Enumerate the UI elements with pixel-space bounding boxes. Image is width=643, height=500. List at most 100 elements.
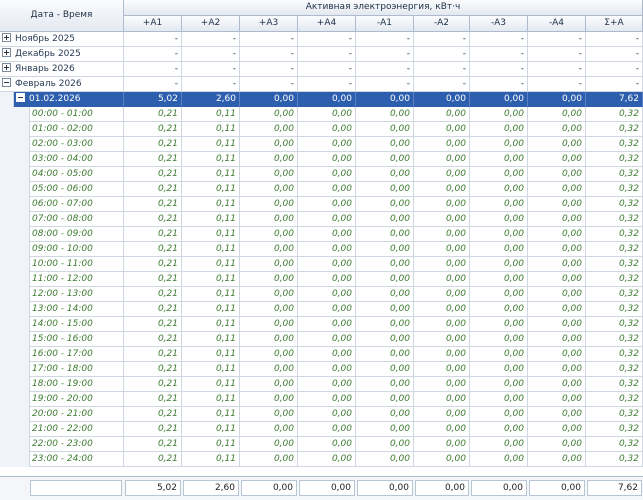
table-row-hour[interactable]: 13:00 - 14:00 0,21 0,11 0,00 0,00 0,00 0,00 0,0… (0, 302, 643, 317)
cell-a2p: - (182, 77, 240, 92)
hour-label-cell[interactable]: 04:00 - 05:00 (30, 167, 124, 182)
table-row-hour[interactable]: 15:00 - 16:00 0,21 0,11 0,00 0,00 0,00 0,00 0,0… (0, 332, 643, 347)
group-label-cell[interactable]: Ноябрь 2025 (0, 32, 124, 47)
table-row-group[interactable]: Февраль 2026- - - - - - - - - (0, 77, 643, 92)
expand-icon[interactable] (2, 48, 11, 57)
table-row-hour[interactable]: 22:00 - 23:00 0,21 0,11 0,00 0,00 0,00 0,00 0,0… (0, 437, 643, 452)
column-header-a2p[interactable]: +A2 (182, 16, 240, 32)
group-label-cell[interactable]: Декабрь 2025 (0, 47, 124, 62)
cell-a1p: 0,21 (124, 407, 182, 422)
column-header-a4m[interactable]: -A4 (528, 16, 586, 32)
hour-label-cell[interactable]: 01:00 - 02:00 (30, 122, 124, 137)
table-row-group[interactable]: Январь 2026- - - - - - - - - (0, 62, 643, 77)
hour-label-cell[interactable]: 09:00 - 10:00 (30, 242, 124, 257)
table-row-hour[interactable]: 12:00 - 13:00 0,21 0,11 0,00 0,00 0,00 0,00 0,0… (0, 287, 643, 302)
table-row-day[interactable]: 01.02.2026 5,02 2,60 0,00 0,00 0,00 0,00 0,00 0,… (0, 92, 643, 107)
table-row-hour[interactable]: 14:00 - 15:00 0,21 0,11 0,00 0,00 0,00 0,00 0,0… (0, 317, 643, 332)
table-row-hour[interactable]: 23:00 - 24:00 0,21 0,11 0,00 0,00 0,00 0,00 0,0… (0, 452, 643, 467)
cell-a2m: 0,00 (414, 392, 470, 407)
cell-sum: 0,32 (586, 392, 643, 407)
cell-a4m: 0,00 (528, 122, 586, 137)
day-label-cell[interactable]: 01.02.2026 (14, 92, 124, 107)
group-label-cell[interactable]: Январь 2026 (0, 62, 124, 77)
hour-label-cell[interactable]: 11:00 - 12:00 (30, 272, 124, 287)
cell-a3p: 0,00 (240, 212, 298, 227)
cell-a1m: 0,00 (356, 152, 414, 167)
column-header-a1m[interactable]: -A1 (356, 16, 414, 32)
hour-label-cell[interactable]: 00:00 - 01:00 (30, 107, 124, 122)
hour-label-cell[interactable]: 15:00 - 16:00 (30, 332, 124, 347)
cell-sum: 0,32 (586, 362, 643, 377)
table-row-hour[interactable]: 09:00 - 10:00 0,21 0,11 0,00 0,00 0,00 0,00 0,0… (0, 242, 643, 257)
column-header-a4p[interactable]: +A4 (298, 16, 356, 32)
cell-a2p: 0,11 (182, 122, 240, 137)
tree-indent (0, 452, 30, 467)
hour-label-cell[interactable]: 16:00 - 17:00 (30, 347, 124, 362)
hour-label-cell[interactable]: 22:00 - 23:00 (30, 437, 124, 452)
table-row-hour[interactable]: 00:00 - 01:00 0,21 0,11 0,00 0,00 0,00 0,00 0,0… (0, 107, 643, 122)
cell-a3p: 0,00 (240, 167, 298, 182)
column-header-a2m[interactable]: -A2 (414, 16, 470, 32)
tree-indent (0, 107, 30, 122)
collapse-icon[interactable] (2, 78, 11, 87)
table-row-hour[interactable]: 11:00 - 12:00 0,21 0,11 0,00 0,00 0,00 0,00 0,0… (0, 272, 643, 287)
column-header-sum[interactable]: Σ+A (586, 16, 643, 32)
hour-label-cell[interactable]: 17:00 - 18:00 (30, 362, 124, 377)
tree-indent (0, 152, 30, 167)
table-row-hour[interactable]: 08:00 - 09:00 0,21 0,11 0,00 0,00 0,00 0,00 0,0… (0, 227, 643, 242)
table-row-hour[interactable]: 05:00 - 06:00 0,21 0,11 0,00 0,00 0,00 0,00 0,0… (0, 182, 643, 197)
cell-a1m: - (356, 77, 414, 92)
table-row-hour[interactable]: 20:00 - 21:00 0,21 0,11 0,00 0,00 0,00 0,00 0,0… (0, 407, 643, 422)
hour-label-cell[interactable]: 19:00 - 20:00 (30, 392, 124, 407)
column-header-a3p[interactable]: +A3 (240, 16, 298, 32)
hour-label-cell[interactable]: 05:00 - 06:00 (30, 182, 124, 197)
collapse-icon[interactable] (16, 93, 25, 102)
table-row-hour[interactable]: 06:00 - 07:00 0,21 0,11 0,00 0,00 0,00 0,00 0,0… (0, 197, 643, 212)
cell-a4m: 0,00 (528, 212, 586, 227)
table-row-hour[interactable]: 19:00 - 20:00 0,21 0,11 0,00 0,00 0,00 0,00 0,0… (0, 392, 643, 407)
table-row-hour[interactable]: 18:00 - 19:00 0,21 0,11 0,00 0,00 0,00 0,00 0,0… (0, 377, 643, 392)
cell-a1m: 0,00 (356, 197, 414, 212)
hour-label-cell[interactable]: 12:00 - 13:00 (30, 287, 124, 302)
hour-label-cell[interactable]: 02:00 - 03:00 (30, 137, 124, 152)
hour-label-cell[interactable]: 14:00 - 15:00 (30, 317, 124, 332)
hour-label-cell[interactable]: 13:00 - 14:00 (30, 302, 124, 317)
cell-a2p: 0,11 (182, 452, 240, 467)
table-row-group[interactable]: Ноябрь 2025- - - - - - - - - (0, 32, 643, 47)
hour-label-cell[interactable]: 18:00 - 19:00 (30, 377, 124, 392)
hour-label-cell[interactable]: 23:00 - 24:00 (30, 452, 124, 467)
cell-a3m: 0,00 (470, 257, 528, 272)
table-row-hour[interactable]: 03:00 - 04:00 0,21 0,11 0,00 0,00 0,00 0,00 0,0… (0, 152, 643, 167)
hour-label-cell[interactable]: 07:00 - 08:00 (30, 212, 124, 227)
hour-label-cell[interactable]: 20:00 - 21:00 (30, 407, 124, 422)
table-row-hour[interactable]: 07:00 - 08:00 0,21 0,11 0,00 0,00 0,00 0,00 0,0… (0, 212, 643, 227)
table-row-hour[interactable]: 16:00 - 17:00 0,21 0,11 0,00 0,00 0,00 0,00 0,0… (0, 347, 643, 362)
table-row-hour[interactable]: 01:00 - 02:00 0,21 0,11 0,00 0,00 0,00 0,00 0,0… (0, 122, 643, 137)
expand-icon[interactable] (2, 33, 11, 42)
table-row-hour[interactable]: 17:00 - 18:00 0,21 0,11 0,00 0,00 0,00 0,00 0,0… (0, 362, 643, 377)
cell-a2p: 0,11 (182, 302, 240, 317)
cell-a3m: 0,00 (470, 437, 528, 452)
hour-label-cell[interactable]: 21:00 - 22:00 (30, 422, 124, 437)
hour-label-cell[interactable]: 06:00 - 07:00 (30, 197, 124, 212)
expand-icon[interactable] (2, 63, 11, 72)
cell-a1p: 0,21 (124, 152, 182, 167)
cell-a4p: 0,00 (298, 377, 356, 392)
hour-label-cell[interactable]: 10:00 - 11:00 (30, 257, 124, 272)
hour-label-cell[interactable]: 08:00 - 09:00 (30, 227, 124, 242)
cell-a1m: 0,00 (356, 392, 414, 407)
tree-indent (0, 212, 30, 227)
table-row-hour[interactable]: 21:00 - 22:00 0,21 0,11 0,00 0,00 0,00 0,00 0,0… (0, 422, 643, 437)
column-header-date-time[interactable]: Дата - Время (0, 0, 124, 32)
column-header-a1p[interactable]: +A1 (124, 16, 182, 32)
cell-a4m: 0,00 (528, 182, 586, 197)
cell-sum: 0,32 (586, 167, 643, 182)
table-row-group[interactable]: Декабрь 2025- - - - - - - - - (0, 47, 643, 62)
table-row-hour[interactable]: 10:00 - 11:00 0,21 0,11 0,00 0,00 0,00 0,00 0,0… (0, 257, 643, 272)
column-header-a3m[interactable]: -A3 (470, 16, 528, 32)
hour-label-cell[interactable]: 03:00 - 04:00 (30, 152, 124, 167)
group-label-cell[interactable]: Февраль 2026 (0, 77, 124, 92)
table-row-hour[interactable]: 02:00 - 03:00 0,21 0,11 0,00 0,00 0,00 0,00 0,0… (0, 137, 643, 152)
cell-a1m: - (356, 32, 414, 47)
table-row-hour[interactable]: 04:00 - 05:00 0,21 0,11 0,00 0,00 0,00 0,00 0,0… (0, 167, 643, 182)
